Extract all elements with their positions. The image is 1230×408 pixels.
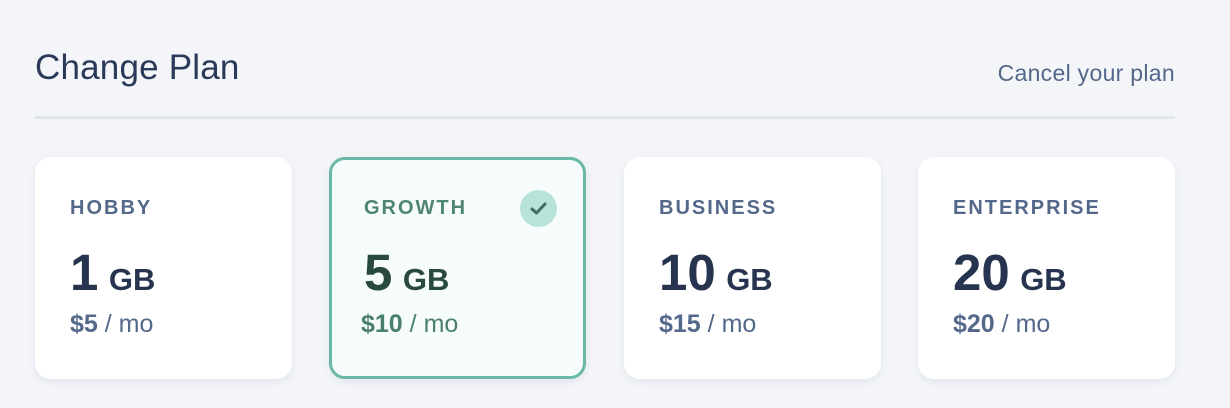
plan-price: $15 / mo — [659, 309, 756, 339]
plan-card-business[interactable]: BUSINESS 10 GB $15 / mo — [624, 157, 881, 379]
storage-unit: GB — [108, 262, 156, 297]
plan-name: BUSINESS — [659, 197, 778, 219]
page-title: Change Plan — [35, 48, 240, 87]
plan-storage: 10 GB — [659, 245, 773, 314]
storage-unit: GB — [726, 262, 773, 297]
plan-card-growth[interactable]: GROWTH 5 GB $10 / mo — [329, 157, 586, 379]
plan-header: Change Plan Cancel your plan — [35, 42, 1175, 92]
header-divider — [35, 116, 1175, 119]
storage-unit: GB — [1020, 262, 1067, 297]
price-amount: $5 — [70, 310, 98, 338]
plan-storage: 1 GB — [70, 245, 155, 314]
plan-name: ENTERPRISE — [953, 197, 1101, 219]
price-amount: $10 — [361, 310, 403, 338]
price-amount: $15 — [659, 310, 701, 338]
cancel-plan-link[interactable]: Cancel your plan — [998, 59, 1175, 87]
price-period: / mo — [707, 310, 757, 338]
plan-card-hobby[interactable]: HOBBY 1 GB $5 / mo — [35, 157, 292, 379]
price-period: / mo — [1001, 310, 1051, 338]
plan-storage: 5 GB — [364, 245, 449, 314]
plan-name: GROWTH — [364, 197, 468, 219]
plan-price: $5 / mo — [70, 309, 153, 339]
storage-value: 1 — [70, 244, 99, 301]
storage-value: 10 — [659, 244, 716, 301]
storage-value: 5 — [364, 244, 393, 301]
plan-storage: 20 GB — [953, 245, 1067, 314]
storage-unit: GB — [402, 262, 450, 297]
plan-card-enterprise[interactable]: ENTERPRISE 20 GB $20 / mo — [918, 157, 1175, 379]
price-amount: $20 — [953, 310, 995, 338]
price-period: / mo — [409, 310, 459, 338]
storage-value: 20 — [953, 244, 1010, 301]
plan-name: HOBBY — [70, 197, 153, 219]
plan-price: $20 / mo — [953, 309, 1050, 339]
plan-options: HOBBY 1 GB $5 / mo GROWTH 5 GB $10 / mo … — [35, 157, 1175, 379]
plan-price: $10 / mo — [361, 309, 458, 339]
price-period: / mo — [104, 310, 154, 338]
check-icon — [520, 190, 557, 227]
check-icon-glyph — [530, 202, 547, 215]
